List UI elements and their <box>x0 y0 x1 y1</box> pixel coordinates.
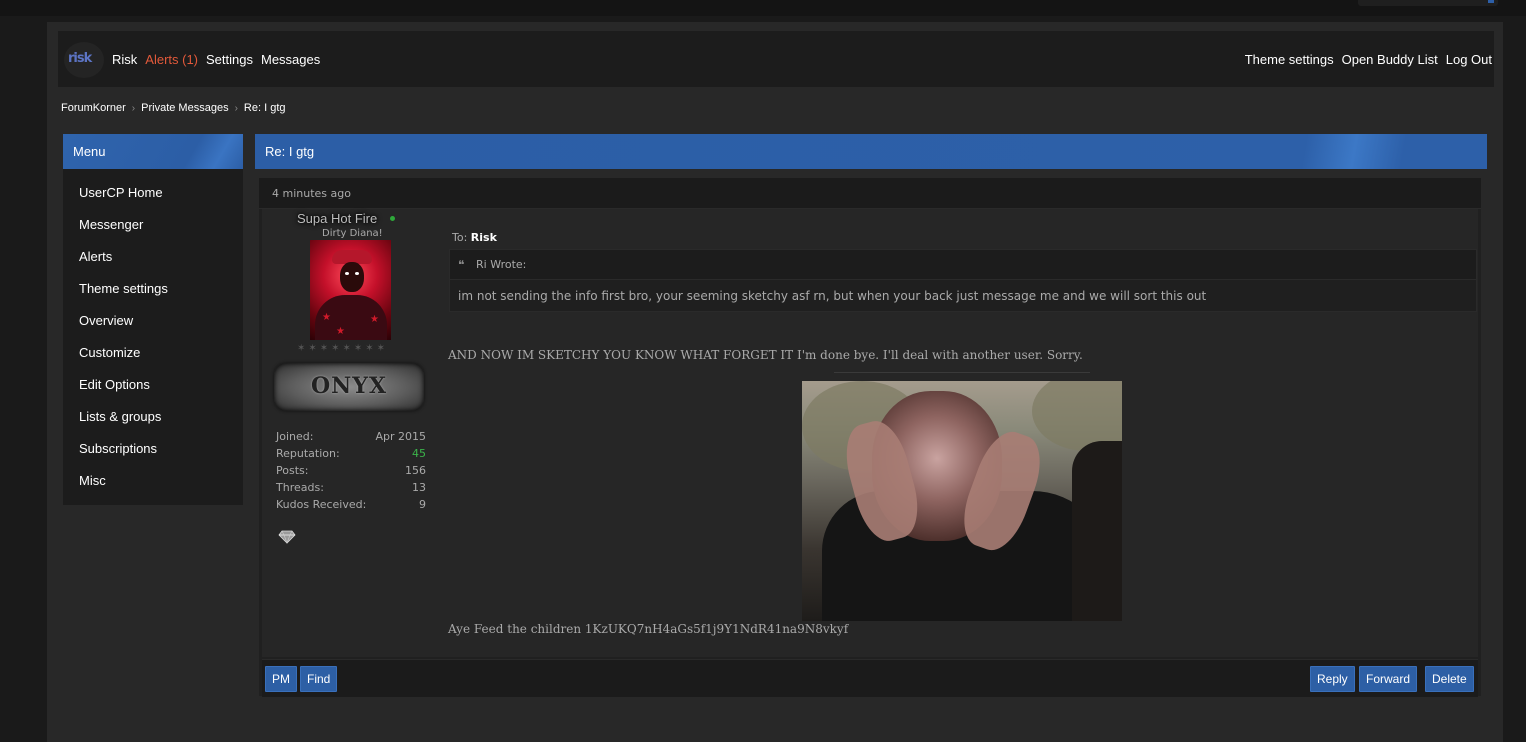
recipient-line: To: Risk <box>452 231 497 244</box>
user-nav-right: Theme settings Open Buddy List Log Out <box>1245 52 1492 67</box>
reply-button[interactable]: Reply <box>1310 666 1355 692</box>
message-subject-header: Re: I gtg <box>255 134 1487 169</box>
menu-item-theme-settings[interactable]: Theme settings <box>63 273 243 305</box>
find-button[interactable]: Find <box>300 666 338 692</box>
forward-button[interactable]: Forward <box>1359 666 1418 692</box>
gif-background-person <box>1072 441 1122 621</box>
stat-value: Apr 2015 <box>375 430 426 443</box>
avatar-eye <box>355 272 359 275</box>
menu-item-customize[interactable]: Customize <box>63 337 243 369</box>
message-body-text: AND NOW IM SKETCHY YOU KNOW WHAT FORGET … <box>448 348 1083 362</box>
diamond-award-icon <box>278 530 296 544</box>
messages-link[interactable]: Messages <box>261 52 320 67</box>
post-actions-bar <box>262 659 1478 697</box>
breadcrumb-forum[interactable]: ForumKorner <box>61 102 126 114</box>
stat-value[interactable]: 45 <box>412 445 426 462</box>
top-nav-strip <box>0 0 1526 16</box>
quote-text: im not sending the info first bro, your … <box>458 289 1207 303</box>
stat-row: Threads: 13 <box>276 479 426 496</box>
quote-icon: ❝ <box>458 258 465 272</box>
stat-label: Posts: <box>276 464 309 477</box>
stat-value: 9 <box>419 498 426 511</box>
logout-link[interactable]: Log Out <box>1446 52 1492 67</box>
stat-row: Posts: 156 <box>276 462 426 479</box>
avatar-eye <box>345 272 349 275</box>
post-time-bar: 4 minutes ago <box>259 178 1481 209</box>
chevron-right-icon: › <box>131 102 136 114</box>
embedded-gif-image[interactable] <box>802 381 1122 621</box>
recipient-name[interactable]: Risk <box>471 231 497 244</box>
delete-button[interactable]: Delete <box>1425 666 1474 692</box>
menu-title: Menu <box>63 134 243 169</box>
search-box-edge[interactable] <box>1358 0 1498 6</box>
usercp-menu: Menu UserCP Home Messenger Alerts Theme … <box>63 134 243 505</box>
user-nav-left: Risk Alerts (1) Settings Messages <box>112 52 320 67</box>
chevron-right-icon: › <box>234 102 238 114</box>
menu-item-usercp-home[interactable]: UserCP Home <box>63 177 243 209</box>
alerts-link[interactable]: Alerts (1) <box>145 52 198 67</box>
menu-item-messenger[interactable]: Messenger <box>63 209 243 241</box>
menu-item-subscriptions[interactable]: Subscriptions <box>63 433 243 465</box>
stat-row: Kudos Received: 9 <box>276 496 426 513</box>
stat-label: Reputation: <box>276 447 340 460</box>
online-status-icon <box>390 216 395 221</box>
breadcrumb-private-messages[interactable]: Private Messages <box>141 102 228 114</box>
menu-item-edit-options[interactable]: Edit Options <box>63 369 243 401</box>
post-timestamp: 4 minutes ago <box>272 187 351 200</box>
menu-item-overview[interactable]: Overview <box>63 305 243 337</box>
stat-label: Kudos Received: <box>276 498 367 511</box>
quote-block: ❝ Ri Wrote: im not sending the info firs… <box>449 249 1477 312</box>
avatar-star: ★ <box>336 326 345 337</box>
author-username[interactable]: Supa Hot Fire <box>297 211 377 226</box>
rank-badge: ONYX <box>274 363 424 411</box>
stat-label: Threads: <box>276 481 324 494</box>
avatar-star: ★ <box>322 312 331 323</box>
stat-value[interactable]: 13 <box>412 479 426 496</box>
profile-link[interactable]: Risk <box>112 52 137 67</box>
quote-header: ❝ Ri Wrote: <box>450 250 1476 280</box>
stat-label: Joined: <box>276 430 314 443</box>
stat-row: Reputation: 45 <box>276 445 426 462</box>
author-stats: Joined: Apr 2015 Reputation: 45 Posts: 156 … <box>276 428 426 513</box>
breadcrumb: ForumKorner › Private Messages › Re: I g… <box>61 102 286 114</box>
settings-link[interactable]: Settings <box>206 52 253 67</box>
divider <box>834 372 1090 373</box>
author-usertitle: Dirty Diana! <box>322 228 383 239</box>
signature-text: Aye Feed the children 1KzUKQ7nH4aGs5f1j9… <box>448 622 849 636</box>
avatar-star: ★ <box>370 314 379 325</box>
rank-badge-text: ONYX <box>310 373 388 399</box>
theme-settings-link[interactable]: Theme settings <box>1245 52 1334 67</box>
buddy-list-link[interactable]: Open Buddy List <box>1342 52 1438 67</box>
menu-item-lists-groups[interactable]: Lists & groups <box>63 401 243 433</box>
quote-author: Ri Wrote: <box>476 258 527 271</box>
author-avatar[interactable]: ★ ★ ★ <box>310 240 391 340</box>
site-logo-text: risk <box>68 51 92 66</box>
stat-value[interactable]: 156 <box>405 462 426 479</box>
breadcrumb-current: Re: I gtg <box>243 102 286 114</box>
message-subject: Re: I gtg <box>265 144 315 159</box>
menu-item-misc[interactable]: Misc <box>63 465 243 497</box>
avatar-figure-face <box>340 262 364 292</box>
pm-button[interactable]: PM <box>265 666 297 692</box>
stat-row: Joined: Apr 2015 <box>276 428 426 445</box>
menu-item-alerts[interactable]: Alerts <box>63 241 243 273</box>
recipient-label: To: <box>452 231 468 244</box>
rank-stars-icon: ✶✶✶✶✶✶✶✶ <box>297 343 389 354</box>
